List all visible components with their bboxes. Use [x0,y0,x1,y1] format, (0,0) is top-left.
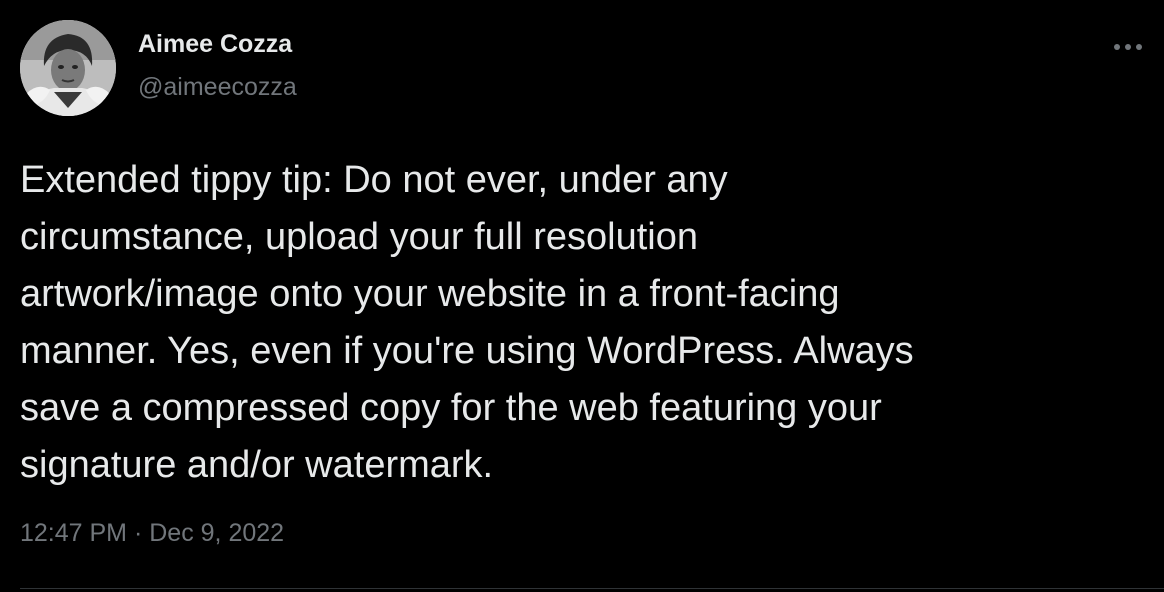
divider [20,588,1164,589]
tweet-time: 12:47 PM [20,519,128,547]
tweet-text: Extended tippy tip: Do not ever, under a… [20,159,914,486]
more-options-button[interactable] [1108,30,1148,64]
tweet-timestamp[interactable]: 12:47 PM · Dec 9, 2022 [20,519,284,548]
tweet-date: Dec 9, 2022 [149,519,285,547]
avatar-image [20,20,116,116]
author-handle[interactable]: @aimeecozza [138,73,297,102]
avatar[interactable] [20,20,116,116]
author-display-name[interactable]: Aimee Cozza [138,30,292,59]
timestamp-separator: · [133,519,143,547]
tweet: Aimee Cozza @aimeecozza Extended tippy t… [0,0,1164,592]
more-horizontal-icon [1114,44,1142,50]
